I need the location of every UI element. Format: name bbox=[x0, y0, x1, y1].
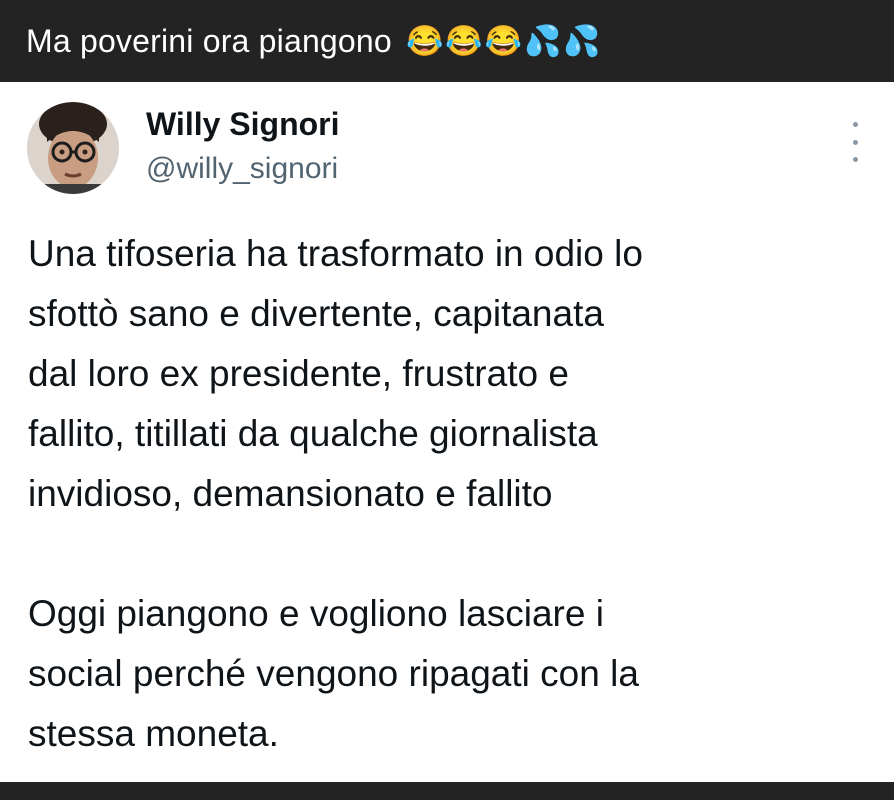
bottom-bar bbox=[0, 782, 894, 800]
tweet-line: social perché vengono ripagati con la bbox=[28, 653, 639, 694]
tweet-line: fallito, titillati da qualche giornalist… bbox=[28, 413, 598, 454]
tweet-card[interactable]: Willy Signori @willy_signori Una tifoser… bbox=[0, 82, 894, 782]
caption-emojis: 😂😂😂💦💦 bbox=[405, 24, 603, 58]
tweet-line: dal loro ex presidente, frustrato e bbox=[28, 353, 569, 394]
tweet-line: Una tifoseria ha trasformato in odio lo bbox=[28, 233, 643, 274]
caption-text: Ma poverini ora piangono bbox=[26, 22, 392, 59]
author-handle[interactable]: @willy_signori bbox=[146, 152, 338, 186]
screenshot-page: Ma poverini ora piangono 😂😂😂💦💦 Willy Sig… bbox=[0, 0, 894, 800]
tweet-line: Oggi piangono e vogliono lasciare i bbox=[28, 593, 604, 634]
tweet-line: invidioso, demansionato e fallito bbox=[28, 473, 553, 514]
tweet-line: sfottò sano e divertente, capitanata bbox=[28, 293, 604, 334]
more-vertical-icon[interactable] bbox=[846, 122, 864, 162]
tweet-line: stessa moneta. bbox=[28, 713, 279, 754]
tweet-body: Una tifoseria ha trasformato in odio lo … bbox=[28, 224, 878, 764]
profile-avatar[interactable] bbox=[27, 102, 119, 194]
author-display-name[interactable]: Willy Signori bbox=[146, 106, 340, 143]
caption-bar: Ma poverini ora piangono 😂😂😂💦💦 bbox=[0, 0, 894, 82]
